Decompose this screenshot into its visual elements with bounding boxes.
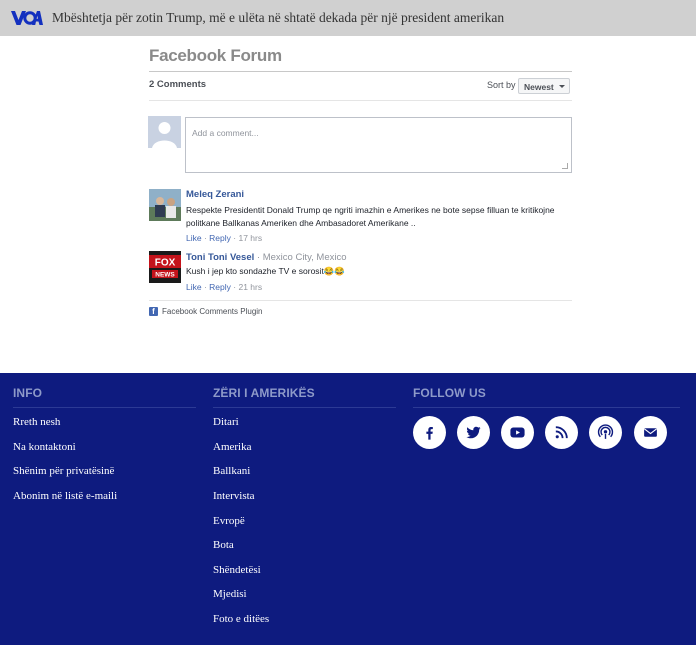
rss-icon (555, 426, 568, 439)
comment-time[interactable]: 17 hrs (238, 233, 262, 243)
twitter-button[interactable] (457, 416, 490, 449)
divider (149, 100, 572, 101)
footer-link[interactable]: Bota (213, 539, 234, 551)
comment-location: Mexico City, Mexico (262, 252, 347, 263)
divider (213, 407, 396, 408)
footer-link[interactable]: Foto e ditëes (213, 613, 269, 625)
footer-link[interactable]: Na kontaktoni (13, 441, 76, 453)
svg-text:NEWS: NEWS (155, 272, 175, 279)
email-icon (644, 428, 657, 437)
divider (13, 407, 196, 408)
sort-label: Sort by (487, 80, 516, 90)
top-bar: Mbështetja për zotin Trump, më e ulëta n… (0, 0, 696, 36)
podcast-icon (597, 424, 614, 439)
footer-link[interactable]: Ballkani (213, 465, 250, 477)
comment-placeholder: Add a comment... (192, 128, 259, 138)
article-headline[interactable]: Mbështetja për zotin Trump, më e ulëta n… (52, 10, 504, 26)
facebook-button[interactable] (413, 416, 446, 449)
commenter-avatar[interactable] (149, 189, 181, 221)
footer-link[interactable]: Abonim në listë e-maili (13, 490, 117, 502)
svg-text:FOX: FOX (155, 258, 176, 269)
sort-value: Newest (524, 82, 554, 92)
twitter-icon (466, 426, 481, 439)
divider (413, 407, 680, 408)
chevron-down-icon (559, 85, 565, 88)
sort-dropdown[interactable]: Newest (518, 78, 570, 94)
footer-link[interactable]: Mjedisi (213, 588, 247, 600)
comment-count: 2 Comments (149, 79, 207, 90)
commenter-avatar[interactable]: FOX NEWS (149, 251, 181, 283)
plugin-label: Facebook Comments Plugin (162, 307, 263, 316)
facebook-icon: f (149, 307, 158, 316)
reply-link[interactable]: Reply (209, 233, 231, 243)
comment-author[interactable]: Meleq Zerani (186, 189, 244, 200)
resize-handle-icon[interactable] (562, 163, 568, 169)
youtube-button[interactable] (501, 416, 534, 449)
footer-heading-follow: FOLLOW US (413, 386, 486, 400)
comment-time[interactable]: 21 hrs (238, 282, 262, 292)
footer-link[interactable]: Ditari (213, 416, 239, 428)
comment-text: Kush i jep kto sondazhe TV e sorosit😂😂 (186, 266, 345, 276)
footer-link[interactable]: Amerika (213, 441, 251, 453)
forum-title: Facebook Forum (149, 46, 282, 65)
facebook-plugin-link[interactable]: f Facebook Comments Plugin (149, 307, 263, 316)
footer-link[interactable]: Shëndetësi (213, 564, 261, 576)
footer-link[interactable]: Evropë (213, 515, 245, 527)
divider (149, 71, 572, 72)
comment-author-line: Toni Toni Vesel · Mexico City, Mexico (186, 252, 347, 263)
youtube-icon (510, 427, 525, 438)
voa-logo[interactable] (11, 10, 43, 26)
default-avatar (148, 116, 181, 148)
reply-link[interactable]: Reply (209, 282, 231, 292)
footer-link[interactable]: Intervista (213, 490, 255, 502)
site-footer: INFO Rreth nesh Na kontaktoni Shënim për… (0, 373, 696, 645)
podcast-button[interactable] (589, 416, 622, 449)
like-link[interactable]: Like (186, 282, 202, 292)
comment-meta: Like · Reply · 21 hrs (186, 282, 263, 292)
email-button[interactable] (634, 416, 667, 449)
footer-heading-voa: ZËRI I AMERIKËS (213, 386, 315, 400)
comment-meta: Like · Reply · 17 hrs (186, 233, 263, 243)
like-link[interactable]: Like (186, 233, 202, 243)
comment-input[interactable]: Add a comment... (185, 117, 572, 173)
comment-author[interactable]: Toni Toni Vesel (186, 252, 254, 263)
footer-link[interactable]: Rreth nesh (13, 416, 60, 428)
footer-link[interactable]: Shënim për privatësinë (13, 465, 114, 477)
rss-button[interactable] (545, 416, 578, 449)
divider (149, 300, 572, 301)
comment-text: Respekte Presidentit Donald Trump qe ngr… (186, 205, 555, 228)
footer-heading-info: INFO (13, 386, 43, 400)
facebook-icon (426, 427, 433, 440)
